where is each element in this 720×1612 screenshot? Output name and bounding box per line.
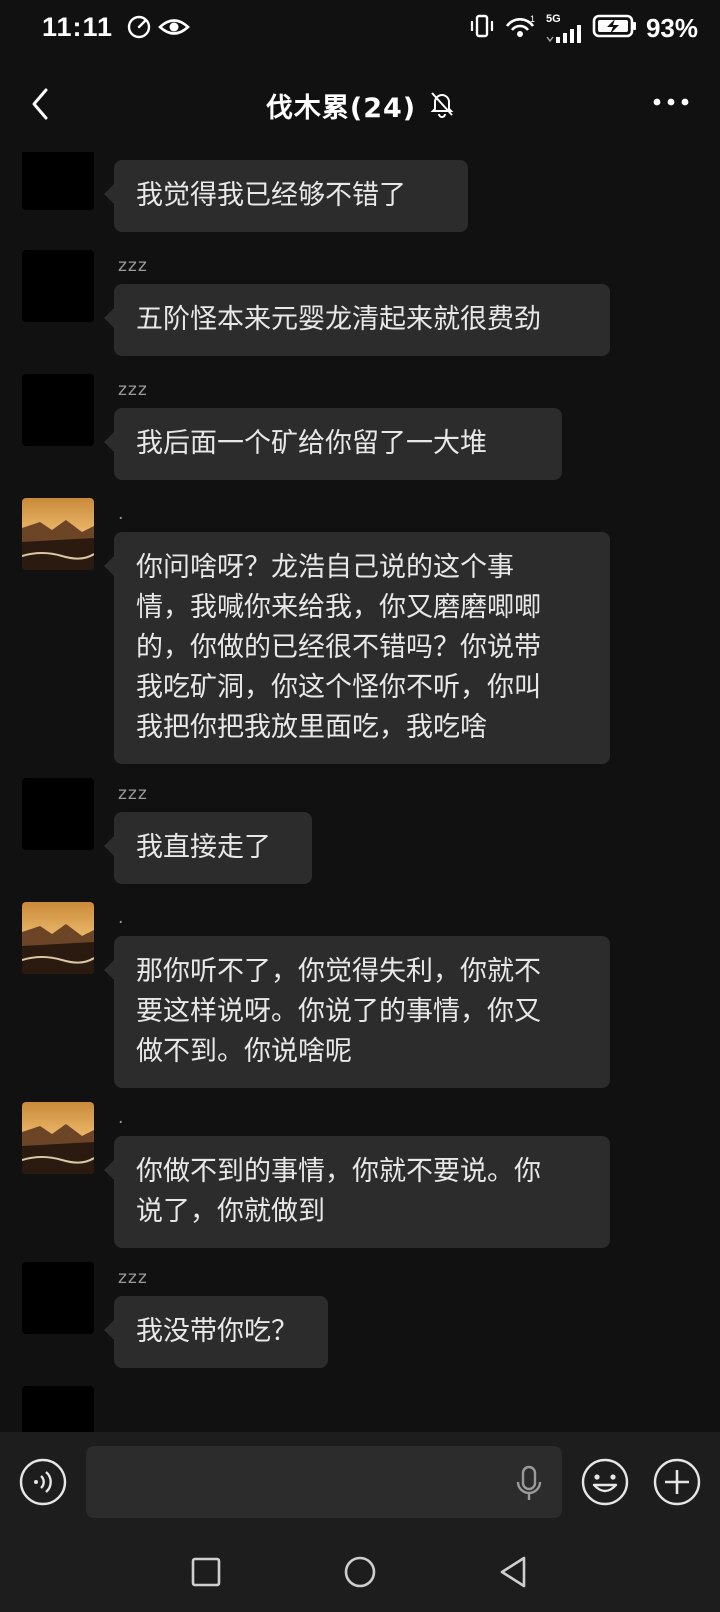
home-button[interactable]	[340, 1552, 380, 1592]
sim-slot-label: 1	[530, 14, 535, 24]
plus-icon	[653, 1458, 701, 1506]
message-row: zzz 五阶怪本来元婴龙清起来就很费劲	[0, 250, 720, 360]
sunset-photo-icon	[22, 1102, 94, 1174]
network-type-label: 5G	[545, 13, 561, 25]
more-options-button[interactable]	[648, 82, 694, 122]
status-left-icons	[126, 14, 190, 44]
chat-title-wrap: 伐木累(24)	[0, 86, 720, 125]
sender-name: .	[118, 1108, 125, 1128]
microphone-button[interactable]	[514, 1464, 544, 1504]
system-back-button[interactable]	[494, 1552, 534, 1592]
sender-name: .	[118, 504, 125, 524]
message-row: . 那你听不了，你觉得失利，你就不 要这样说呀。你说了的事情，你又 做不到。你说…	[0, 902, 720, 1092]
sender-name: zzz	[118, 784, 148, 804]
emoji-icon	[581, 1458, 629, 1506]
message-row: zzz 我没带你吃？	[0, 1262, 720, 1372]
message-bubble[interactable]: 五阶怪本来元婴龙清起来就很费劲	[104, 284, 610, 356]
system-nav-bar	[0, 1532, 720, 1612]
input-bar	[0, 1432, 720, 1532]
message-bubble[interactable]: 我觉得我已经够不错了	[104, 160, 468, 232]
microphone-icon	[516, 1465, 542, 1500]
chat-header: 伐木累(24)	[0, 56, 720, 152]
speed-gauge-icon	[126, 14, 152, 44]
eye-icon	[158, 14, 190, 44]
avatar[interactable]	[22, 1262, 94, 1334]
message-row: . 你问啥呀？龙浩自己说的这个事 情，我喊你来给我，你又磨磨唧唧 的，你做的已经…	[0, 498, 720, 768]
message-input[interactable]	[86, 1446, 562, 1518]
message-bubble[interactable]: 你做不到的事情，你就不要说。你 说了，你就做到	[104, 1136, 610, 1248]
message-bubble[interactable]: 我后面一个矿给你留了一大堆	[104, 408, 562, 480]
sunset-photo-icon	[22, 498, 94, 570]
avatar[interactable]	[22, 778, 94, 850]
status-right-icons: 1 5G 93%	[468, 12, 698, 44]
sender-name: zzz	[118, 380, 148, 400]
more-dots-icon	[653, 98, 689, 106]
message-row: zzz 我觉得我已经够不错了	[0, 152, 720, 234]
vibrate-icon	[468, 12, 496, 44]
avatar[interactable]	[22, 1102, 94, 1174]
emoji-button[interactable]	[580, 1457, 630, 1507]
battery-percent: 93%	[645, 12, 698, 43]
message-bubble[interactable]: 你问啥呀？龙浩自己说的这个事 情，我喊你来给我，你又磨磨唧唧 的，你做的已经很不…	[104, 532, 610, 764]
avatar[interactable]	[22, 152, 94, 210]
chat-title: 伐木累(24)	[265, 93, 417, 124]
avatar[interactable]	[22, 902, 94, 974]
message-row: zzz 我后面一个矿给你留了一大堆	[0, 374, 720, 484]
message-list[interactable]: zzz 我觉得我已经够不错了 zzz 五阶怪本来元婴龙清起来就很费劲 zzz 我…	[0, 152, 720, 1432]
circle-home-icon	[344, 1556, 376, 1588]
message-bubble[interactable]: 那你听不了，你觉得失利，你就不 要这样说呀。你说了的事情，你又 做不到。你说啥呢	[104, 936, 610, 1088]
sender-name: zzz	[118, 256, 148, 276]
voice-toggle-icon	[19, 1458, 67, 1506]
status-bar: 11:11 1 5G 93%	[0, 0, 720, 56]
voice-toggle-button[interactable]	[18, 1457, 68, 1507]
avatar[interactable]	[22, 1386, 94, 1432]
sender-name: .	[118, 908, 125, 928]
chat-screen: 11:11 1 5G 93% 伐木累(24) 我觉得我已经够不错了 zzz 五阶…	[0, 0, 720, 1612]
recents-button[interactable]	[186, 1552, 226, 1592]
wifi-icon: 1	[504, 12, 538, 44]
plus-button[interactable]	[652, 1457, 702, 1507]
status-time: 11:11	[42, 12, 114, 42]
square-recents-icon	[191, 1557, 221, 1587]
triangle-back-icon	[500, 1556, 526, 1588]
message-bubble[interactable]: 我没带你吃？	[104, 1296, 328, 1368]
message-row: . 你做不到的事情，你就不要说。你 说了，你就做到	[0, 1102, 720, 1252]
battery-charging-icon	[592, 13, 638, 43]
avatar[interactable]	[22, 250, 94, 322]
cellular-signal-icon: 5G	[546, 13, 584, 43]
message-row: zzz 我直接走了	[0, 778, 720, 888]
message-row	[0, 1386, 720, 1432]
sender-name: zzz	[118, 1268, 148, 1288]
sunset-photo-icon	[22, 902, 94, 974]
message-bubble[interactable]: 我直接走了	[104, 812, 312, 884]
avatar[interactable]	[22, 498, 94, 570]
bell-off-icon	[430, 90, 454, 122]
avatar[interactable]	[22, 374, 94, 446]
